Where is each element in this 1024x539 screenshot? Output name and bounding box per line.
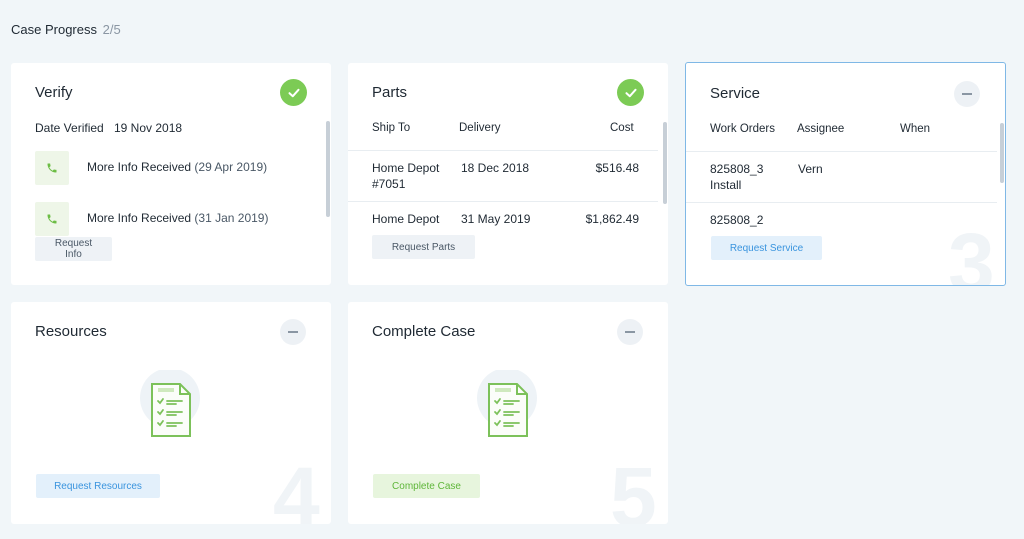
cost-cell: $1,862.49 bbox=[585, 212, 639, 226]
resources-card: 4 Resources Request Resources bbox=[11, 302, 331, 524]
step-number: 4 bbox=[273, 450, 320, 524]
resources-status-minus-icon[interactable] bbox=[280, 319, 306, 345]
activity-date: (29 Apr 2019) bbox=[194, 160, 268, 174]
case-progress-header: Case Progress 2/5 bbox=[11, 22, 121, 37]
parts-card: Parts Ship To Delivery Cost Home Depot #… bbox=[348, 63, 668, 285]
activity-text: More Info Received bbox=[87, 160, 192, 174]
ship-to-cell-line2: #7051 bbox=[372, 177, 406, 191]
service-scrollbar[interactable] bbox=[1000, 123, 1004, 183]
document-checklist-icon bbox=[138, 368, 204, 445]
column-header-when: When bbox=[900, 123, 931, 135]
work-order-cell-line2: Install bbox=[710, 178, 742, 192]
date-verified-label: Date Verified bbox=[35, 121, 104, 135]
complete-case-title: Complete Case bbox=[372, 323, 476, 340]
request-info-button[interactable]: Request Info bbox=[35, 237, 112, 261]
step-number: 5 bbox=[610, 450, 657, 524]
delivery-cell: 18 Dec 2018 bbox=[461, 161, 530, 175]
complete-case-card: 5 Complete Case Complete Case bbox=[348, 302, 668, 524]
parts-title: Parts bbox=[372, 84, 408, 101]
table-divider bbox=[686, 151, 997, 152]
phone-icon bbox=[35, 202, 69, 236]
column-header-assignee: Assignee bbox=[797, 123, 845, 135]
service-title: Service bbox=[710, 85, 761, 102]
ship-to-cell: Home Depot bbox=[372, 161, 440, 175]
activity-text: More Info Received bbox=[87, 211, 192, 225]
activity-date: (31 Jan 2019) bbox=[194, 211, 269, 225]
activity-item: More Info Received (29 Apr 2019) bbox=[87, 160, 267, 174]
work-order-cell: 825808_2 bbox=[710, 213, 764, 227]
activity-item: More Info Received (31 Jan 2019) bbox=[87, 211, 268, 225]
column-header-cost: Cost bbox=[610, 122, 634, 134]
step-number: 3 bbox=[948, 216, 995, 286]
table-divider bbox=[686, 202, 997, 203]
verify-status-check-icon bbox=[280, 79, 307, 106]
column-header-ship-to: Ship To bbox=[372, 122, 411, 134]
parts-scrollbar[interactable] bbox=[663, 122, 667, 204]
page-title: Case Progress bbox=[11, 22, 97, 37]
phone-icon bbox=[35, 151, 69, 185]
table-divider bbox=[348, 150, 658, 151]
assignee-cell: Vern bbox=[798, 162, 823, 176]
request-service-button[interactable]: Request Service bbox=[711, 236, 822, 260]
table-divider bbox=[348, 201, 658, 202]
work-order-cell: 825808_3 bbox=[710, 162, 764, 176]
verify-card: Verify Date Verified 19 Nov 2018 More In… bbox=[11, 63, 331, 285]
document-checklist-icon bbox=[475, 368, 541, 445]
resources-title: Resources bbox=[35, 323, 107, 340]
verify-scrollbar[interactable] bbox=[326, 121, 330, 217]
request-parts-button[interactable]: Request Parts bbox=[372, 235, 475, 259]
ship-to-cell: Home Depot bbox=[372, 212, 440, 226]
date-verified-value: 19 Nov 2018 bbox=[114, 121, 183, 135]
progress-count: 2/5 bbox=[102, 22, 121, 37]
delivery-cell: 31 May 2019 bbox=[461, 212, 531, 226]
complete-status-minus-icon[interactable] bbox=[617, 319, 643, 345]
column-header-work-orders: Work Orders bbox=[710, 123, 775, 135]
parts-status-check-icon bbox=[617, 79, 644, 106]
cost-cell: $516.48 bbox=[595, 161, 639, 175]
service-card: 3 Service Work Orders Assignee When 8258… bbox=[685, 62, 1006, 286]
complete-case-button[interactable]: Complete Case bbox=[373, 474, 480, 498]
request-resources-button[interactable]: Request Resources bbox=[36, 474, 160, 498]
service-status-minus-icon[interactable] bbox=[954, 81, 980, 107]
verify-title: Verify bbox=[35, 84, 73, 101]
column-header-delivery: Delivery bbox=[459, 122, 501, 134]
